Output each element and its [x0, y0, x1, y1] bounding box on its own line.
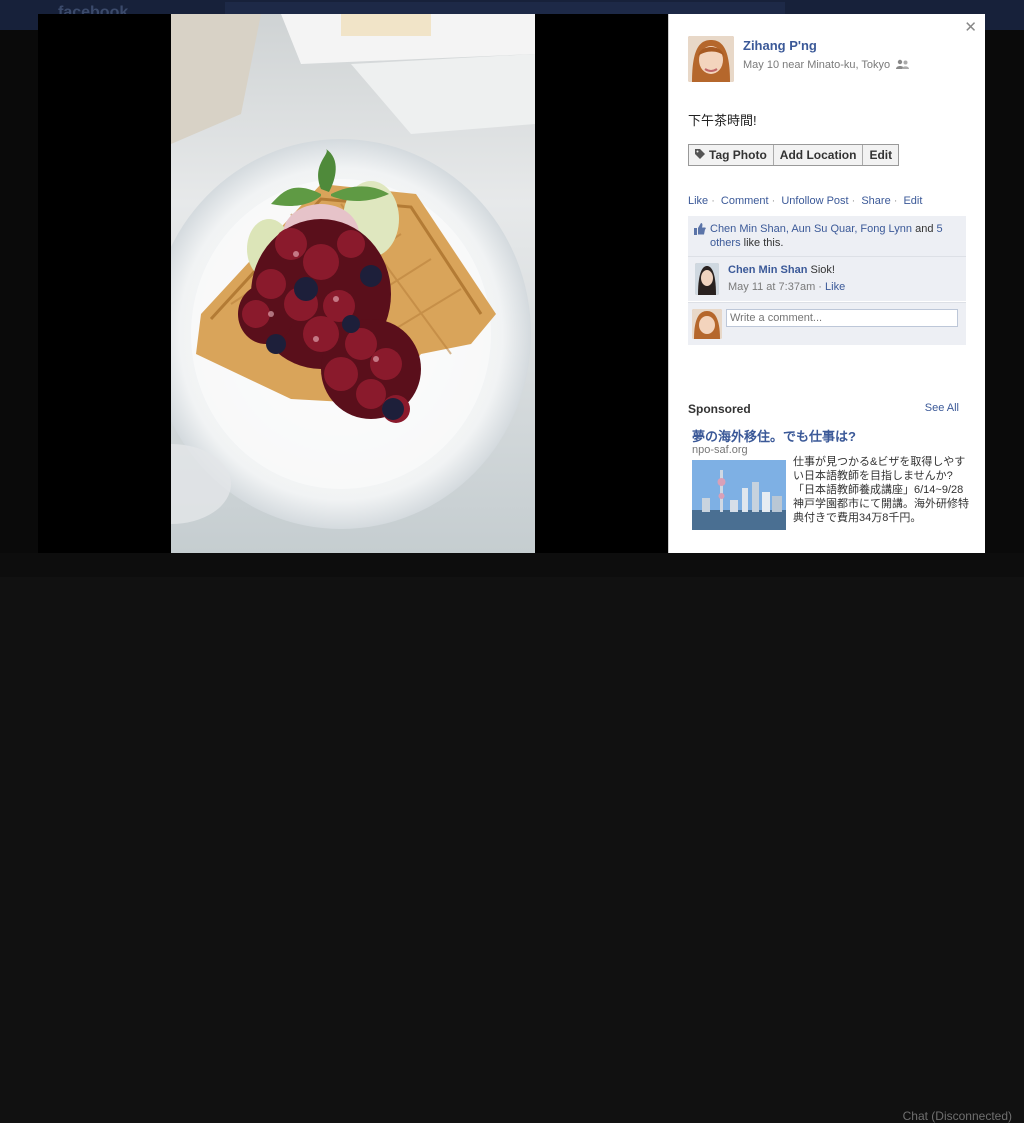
see-all-link[interactable]: See All [925, 402, 959, 414]
comment-time[interactable]: May 11 at 7:37am [728, 281, 815, 293]
likes-and: and [915, 223, 934, 235]
tag-icon [695, 148, 705, 162]
commenter-avatar[interactable] [695, 263, 719, 295]
comment-link[interactable]: Comment [721, 195, 769, 207]
new-comment-row [688, 302, 966, 345]
friends-audience-icon[interactable] [896, 56, 910, 74]
author-avatar[interactable] [688, 36, 734, 82]
tag-photo-label: Tag Photo [709, 148, 767, 162]
bottom-bar: Chat (Disconnected) [0, 553, 1024, 1123]
author-avatar-image [688, 36, 734, 82]
author-name[interactable]: Zihang P'ng [743, 38, 817, 53]
close-icon[interactable]: ✕ [964, 18, 977, 36]
comment-text: Siok! [810, 264, 835, 276]
ad-domain: npo-saf.org [692, 444, 748, 456]
post-panel: ✕ Zihang P'ng May 10 near Minato-ku, Tok… [668, 14, 985, 553]
post-caption: 下午茶時間! [688, 113, 757, 128]
add-location-button[interactable]: Add Location [774, 145, 864, 165]
edit-photo-button[interactable]: Edit [863, 145, 898, 165]
share-link[interactable]: Share [861, 195, 890, 207]
post-meta[interactable]: May 10 near Minato-ku, Tokyo [743, 59, 890, 71]
photo-image [171, 14, 535, 553]
chat-status[interactable]: Chat (Disconnected) [903, 1109, 1012, 1123]
unfollow-post-link[interactable]: Unfollow Post [781, 195, 848, 207]
current-user-avatar [692, 309, 722, 339]
city-skyline-image [692, 460, 786, 530]
thumbs-up-icon [694, 223, 706, 235]
ad-title[interactable]: 夢の海外移住。でも仕事は? [692, 426, 856, 445]
likes-summary: Chen Min Shan, Aun Su Quar, Fong Lynn an… [688, 216, 966, 256]
current-user-avatar-image [692, 309, 722, 339]
edit-post-link[interactable]: Edit [903, 195, 922, 207]
sponsored-heading: Sponsored [688, 402, 751, 416]
likers-names[interactable]: Chen Min Shan, Aun Su Quar, Fong Lynn [710, 223, 912, 235]
commenter-name[interactable]: Chen Min Shan [728, 264, 807, 276]
comment-input[interactable] [726, 309, 958, 327]
comment-item: Chen Min Shan Siok! May 11 at 7:37am · L… [688, 256, 966, 301]
likes-suffix: like this. [743, 237, 784, 249]
photo-actions-bar: Tag Photo Add Location Edit [688, 144, 900, 166]
tag-photo-button[interactable]: Tag Photo [689, 145, 774, 165]
like-link[interactable]: Like [688, 195, 708, 207]
post-actions: Like · Comment · Unfollow Post · Share · Edi… [688, 195, 923, 207]
post-photo[interactable] [171, 14, 535, 553]
commenter-avatar-image [695, 263, 719, 295]
ad-image[interactable] [692, 460, 786, 530]
ad-body: 仕事が見つかる&ビザを取得しやすい日本語教師を目指しませんか?「日本語教師養成講… [793, 456, 969, 524]
comment-like-link[interactable]: Like [825, 281, 845, 293]
